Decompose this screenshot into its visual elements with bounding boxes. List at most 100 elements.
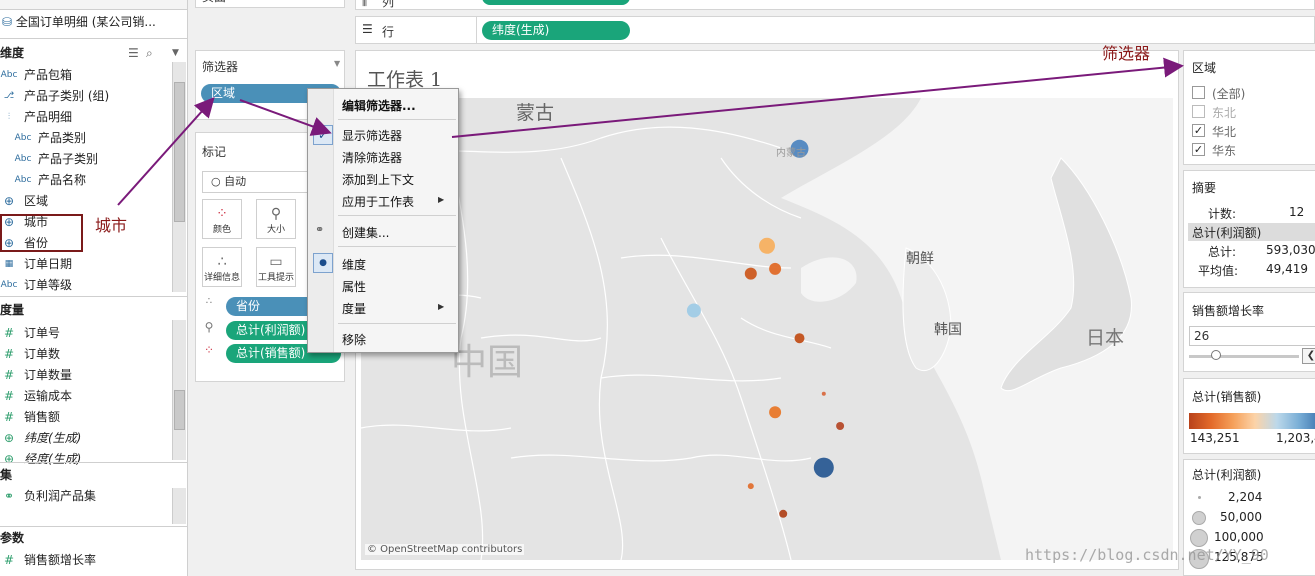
color-legend-card: 总计(销售额) 143,251 1,203,4 [1183, 378, 1315, 454]
field-label: 运输成本 [24, 389, 73, 403]
checkbox-northeast[interactable] [1192, 105, 1205, 118]
map-point[interactable] [794, 333, 805, 344]
map-label-inner-mongolia: 内蒙古 [776, 148, 806, 159]
menu-edit-filter[interactable]: 编辑筛选器... [342, 97, 416, 114]
menu-show-filter[interactable]: 显示筛选器 [342, 127, 402, 144]
pages-label: 页面 [202, 0, 226, 5]
menu-measure[interactable]: 度量 [342, 300, 366, 317]
map-point[interactable] [821, 391, 826, 396]
field-label: 产品名称 [38, 173, 87, 187]
filters-title: 筛选器 [202, 60, 239, 74]
field-label: 产品子类别 [38, 152, 99, 166]
menu-remove[interactable]: 移除 [342, 331, 366, 348]
set-icon: ⚭ [3, 489, 15, 503]
size-icon: ⚲ [204, 320, 214, 334]
chevron-down-icon[interactable]: ▼ [172, 42, 179, 64]
rows-label: 行 [382, 25, 395, 39]
dimensions-scrollbar[interactable] [172, 62, 186, 292]
map-point[interactable] [813, 457, 834, 478]
size-legend-title: 总计(利润额) [1192, 468, 1262, 482]
string-type-icon: Abc [14, 133, 32, 143]
circle-icon: ○ [211, 175, 221, 188]
menu-apply-to-worksheets[interactable]: 应用于工作表 [342, 193, 414, 210]
marks-title: 标记 [202, 145, 227, 159]
detail-button[interactable]: ∴ 详细信息 [202, 247, 242, 287]
avg-value: 49,419 [1266, 262, 1308, 276]
map-point[interactable] [769, 406, 782, 419]
color-palette-icon: ⁘ [203, 343, 215, 357]
field-label: 产品包箱 [24, 68, 73, 82]
globe-icon: ⊕ [3, 431, 15, 445]
tooltip-button[interactable]: ▭ 工具提示 [256, 247, 296, 287]
annotation-filter: 筛选器 [1102, 44, 1151, 63]
checkbox-east[interactable]: ✓ [1192, 143, 1205, 156]
columns-shelf[interactable]: ⫼ 列 [355, 0, 1315, 10]
menu-attribute[interactable]: 属性 [342, 278, 366, 295]
datasource-row[interactable]: ⛁ 全国订单明细 (某公司销... [2, 12, 156, 33]
checkbox-all[interactable] [1192, 86, 1205, 99]
map-point[interactable] [747, 483, 754, 490]
size-value-1: 2,204 [1228, 490, 1263, 504]
map-point[interactable] [744, 267, 757, 280]
number-type-icon: # [3, 368, 15, 382]
field-label: 销售额增长率 [24, 553, 97, 567]
chevron-down-icon[interactable]: ▼ [334, 59, 340, 68]
parameter-slider-track[interactable] [1189, 355, 1299, 358]
field-label: 经度(生成) [24, 452, 82, 466]
map-credit: © OpenStreetMap contributors [365, 544, 525, 555]
number-type-icon: # [3, 326, 15, 340]
globe-icon: ⊕ [3, 194, 15, 208]
detail-dots-icon: ∴ [217, 254, 227, 270]
color-button[interactable]: ⁘ 颜色 [202, 199, 242, 239]
menu-add-to-context[interactable]: 添加到上下文 [342, 171, 414, 188]
rows-shelf[interactable]: ☰ 行 纬度(生成) [355, 16, 1315, 44]
detail-dots-icon: ∴ [205, 296, 213, 307]
menu-dimension[interactable]: 维度 [342, 256, 366, 273]
map-point[interactable] [769, 262, 782, 275]
field-label: 负利润产品集 [24, 489, 97, 503]
parameter-input[interactable]: 26 [1189, 326, 1315, 346]
map-point[interactable] [759, 237, 775, 254]
size-button[interactable]: ⚲ 大小 [256, 199, 296, 239]
option-north: 华北 [1212, 125, 1237, 139]
rows-pill-latitude[interactable]: 纬度(生成) [482, 21, 630, 40]
parameter-card: 销售额增长率 26 ❮ [1183, 292, 1315, 372]
field-label: 订单等级 [24, 278, 73, 292]
field-label: 区域 [24, 194, 49, 208]
number-type-icon: # [3, 410, 15, 424]
search-icon[interactable]: ⌕ [146, 42, 153, 64]
map-point[interactable] [686, 303, 701, 318]
sets-scrollbar[interactable] [172, 488, 186, 524]
option-northeast: 东北 [1212, 106, 1237, 120]
summary-title: 摘要 [1192, 181, 1217, 195]
color-legend-min: 143,251 [1190, 431, 1240, 445]
menu-clear-filter[interactable]: 清除筛选器 [342, 149, 402, 166]
map-view[interactable]: 蒙古 朝鲜 韩国 日本 中国 内蒙古 © OpenStreetMap contr… [360, 97, 1173, 561]
map-point[interactable] [779, 509, 788, 518]
size-dot-2 [1192, 511, 1206, 525]
string-type-icon: Abc [14, 175, 32, 185]
number-type-icon: # [3, 347, 15, 361]
field-label: 纬度(生成) [24, 431, 82, 445]
map-point[interactable] [836, 422, 845, 430]
parameter-slider-thumb[interactable] [1211, 350, 1221, 360]
slider-step-left-icon[interactable]: ❮ [1302, 348, 1315, 364]
columns-pill[interactable] [482, 0, 630, 5]
sets-header: 集 [0, 468, 13, 482]
calendar-icon: ▦ [4, 259, 14, 269]
menu-create-set[interactable]: 创建集... [342, 224, 389, 241]
data-pane-tabs [0, 0, 187, 10]
string-type-icon: Abc [0, 280, 18, 290]
number-type-icon: # [3, 389, 15, 403]
set-icon: ⚭ [315, 223, 325, 236]
list-view-icon[interactable]: ☰ [128, 42, 139, 64]
field-label: 产品类别 [38, 131, 87, 145]
count-value: 12 [1289, 205, 1305, 219]
size-value-3: 100,000 [1214, 530, 1264, 544]
map-label-japan: 日本 [1086, 327, 1125, 349]
dimensions-header: 维度 ☰ ⌕ ▼ [0, 42, 179, 64]
measures-scrollbar[interactable] [172, 320, 186, 460]
checkbox-north[interactable]: ✓ [1192, 124, 1205, 137]
size-dot-1 [1198, 496, 1201, 499]
size-value-2: 50,000 [1220, 510, 1262, 524]
